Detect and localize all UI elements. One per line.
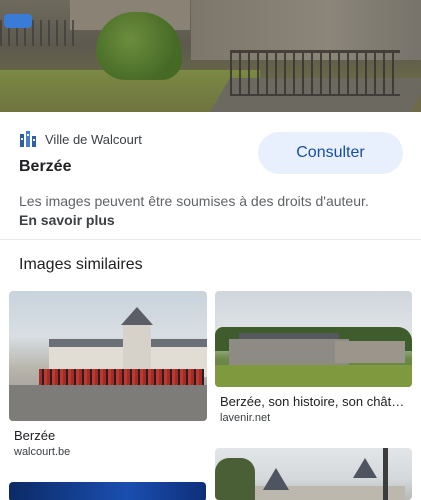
tower-roof-shape <box>121 307 153 325</box>
similar-image-thumbnail[interactable] <box>215 291 412 387</box>
consult-button[interactable]: Consulter <box>258 132 403 174</box>
crowd-shape <box>39 369 204 385</box>
pole-shape <box>383 448 388 500</box>
similar-images-heading: Images similaires <box>19 256 143 273</box>
similar-image-title: Berzée <box>14 428 56 443</box>
house-shape <box>229 339 349 365</box>
similar-image-card[interactable] <box>9 482 207 500</box>
similar-image-card[interactable]: Berzée walcourt.be <box>9 291 207 463</box>
source-line[interactable]: Ville de Walcourt <box>19 129 142 149</box>
hero-image[interactable] <box>0 0 421 112</box>
tower-roof-shape <box>353 458 377 478</box>
image-title: Berzée <box>19 158 72 175</box>
tower-roof-shape <box>263 468 289 490</box>
similar-image-thumbnail[interactable] <box>215 448 412 500</box>
hero-car <box>4 14 32 28</box>
similar-image-thumbnail[interactable] <box>9 482 206 500</box>
city-logo-icon <box>20 131 36 147</box>
notice-text: Les images peuvent être soumises à des d… <box>19 193 369 209</box>
similar-image-thumbnail[interactable] <box>9 291 207 421</box>
similar-image-title: Berzée, son histoire, son chât… <box>220 394 405 409</box>
learn-more-link[interactable]: En savoir plus <box>19 212 115 228</box>
divider <box>0 239 421 240</box>
copyright-notice: Les images peuvent être soumises à des d… <box>19 192 379 230</box>
tower-shape <box>123 323 151 375</box>
hero-fence <box>230 50 400 96</box>
house-shape <box>335 341 405 363</box>
ground-shape <box>9 385 207 421</box>
similar-image-domain: walcourt.be <box>14 446 71 458</box>
similar-image-card[interactable] <box>215 448 412 500</box>
source-name: Ville de Walcourt <box>45 131 142 147</box>
similar-image-domain: lavenir.net <box>220 412 271 424</box>
field-shape <box>215 365 412 387</box>
similar-image-card[interactable]: Berzée, son histoire, son chât… lavenir.… <box>215 291 412 431</box>
trees-shape <box>215 458 255 500</box>
